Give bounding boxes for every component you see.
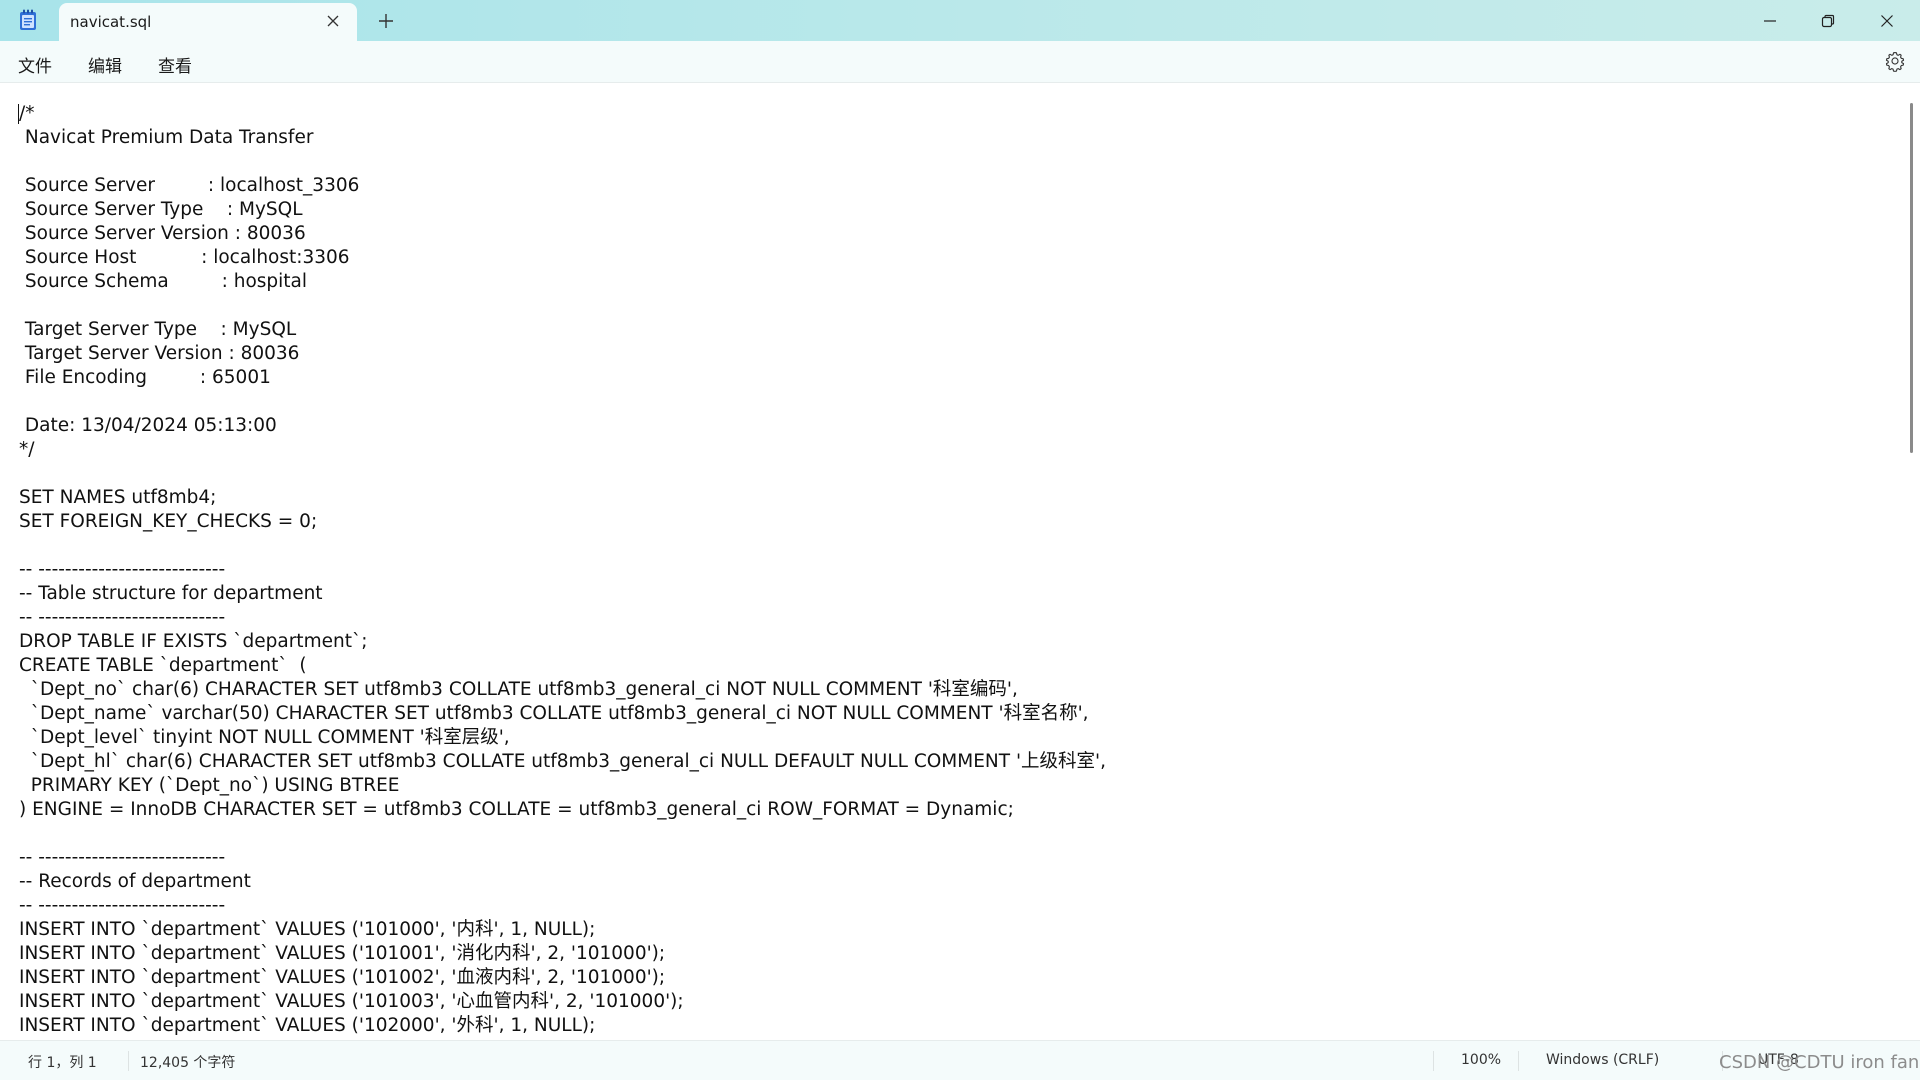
editor-line: `Dept_no` char(6) CHARACTER SET utf8mb3 … [19, 679, 1018, 700]
menu-bar: 文件 编辑 查看 [0, 41, 1920, 83]
editor-line [19, 150, 1106, 174]
editor-line: INSERT INTO `department` VALUES ('102000… [19, 1015, 596, 1036]
menu-edit[interactable]: 编辑 [86, 50, 124, 79]
tab-title: navicat.sql [70, 13, 152, 31]
editor-line: Source Server Type : MySQL [19, 199, 303, 220]
close-window-button[interactable] [1858, 0, 1916, 41]
editor-lines: /* Navicat Premium Data Transfer Source … [19, 102, 1106, 1038]
editor-line: `Dept_name` varchar(50) CHARACTER SET ut… [19, 703, 1089, 724]
scrollbar-thumb[interactable] [1910, 103, 1913, 453]
editor-line: CREATE TABLE `department` ( [19, 655, 307, 676]
notepad-window: navicat.sql 文件 编辑 查看 /* Navicat Premium … [0, 0, 1920, 1080]
editor-line: -- ---------------------------- [19, 847, 226, 868]
menu-view[interactable]: 查看 [156, 50, 194, 79]
editor-line: Source Server Version : 80036 [19, 223, 306, 244]
editor-line: Target Server Version : 80036 [19, 343, 300, 364]
vertical-scrollbar[interactable] [1904, 83, 1920, 1040]
character-count: 12,405 个字符 [140, 1055, 236, 1071]
status-divider [1518, 1051, 1519, 1071]
editor-line: DROP TABLE IF EXISTS `department`; [19, 631, 368, 652]
editor-line [19, 534, 1106, 558]
editor-line: INSERT INTO `department` VALUES ('101003… [19, 991, 684, 1012]
editor-line: Source Schema : hospital [19, 271, 308, 292]
editor-line: Date: 13/04/2024 05:13:00 [19, 415, 277, 436]
editor-line: /* [19, 103, 35, 124]
editor-line: File Encoding : 65001 [19, 367, 271, 388]
close-icon[interactable] [325, 13, 341, 29]
editor-line [19, 462, 1106, 486]
watermark: CSDN @CDTU iron fan [1719, 1052, 1920, 1073]
editor-line: Source Host : localhost:3306 [19, 247, 350, 268]
notepad-icon [20, 9, 36, 30]
text-editor[interactable]: /* Navicat Premium Data Transfer Source … [0, 83, 1904, 1040]
minimize-button[interactable] [1741, 0, 1799, 41]
status-bar: 行 1，列 1 12,405 个字符 100% Windows (CRLF) U… [0, 1040, 1920, 1080]
editor-line: INSERT INTO `department` VALUES ('101000… [19, 919, 596, 940]
editor-line: -- Records of department [19, 871, 251, 892]
editor-line: INSERT INTO `department` VALUES ('101001… [19, 943, 666, 964]
restore-icon [1821, 14, 1835, 27]
editor-line: Navicat Premium Data Transfer [19, 127, 314, 148]
editor-line: ) ENGINE = InnoDB CHARACTER SET = utf8mb… [19, 799, 1014, 820]
editor-line: Source Server : localhost_3306 [19, 175, 360, 196]
gear-icon[interactable] [1884, 50, 1906, 72]
status-divider [1433, 1051, 1434, 1071]
editor-line [19, 822, 1106, 846]
editor-line [19, 390, 1106, 414]
status-divider [128, 1051, 129, 1071]
editor-line [19, 294, 1106, 318]
editor-line: SET NAMES utf8mb4; [19, 487, 217, 508]
editor-line: -- Table structure for department [19, 583, 323, 604]
editor-line: Target Server Type : MySQL [19, 319, 297, 340]
editor-line: INSERT INTO `department` VALUES ('101002… [19, 967, 666, 988]
editor-line: */ [19, 439, 35, 460]
editor-line: `Dept_hl` char(6) CHARACTER SET utf8mb3 … [19, 751, 1106, 772]
editor-line: `Dept_level` tinyint NOT NULL COMMENT '科… [19, 727, 510, 748]
tab-navicat-sql[interactable]: navicat.sql [59, 3, 357, 41]
line-ending[interactable]: Windows (CRLF) [1546, 1052, 1659, 1068]
editor-line: -- ---------------------------- [19, 895, 226, 916]
editor-line: -- ---------------------------- [19, 607, 226, 628]
cursor-position: 行 1，列 1 [28, 1055, 97, 1071]
title-bar[interactable]: navicat.sql [0, 0, 1920, 41]
editor-line: PRIMARY KEY (`Dept_no`) USING BTREE [19, 775, 400, 796]
restore-button[interactable] [1799, 0, 1857, 41]
editor-line: SET FOREIGN_KEY_CHECKS = 0; [19, 511, 318, 532]
menu-file[interactable]: 文件 [16, 50, 54, 79]
zoom-level[interactable]: 100% [1461, 1052, 1501, 1068]
minimize-icon [1764, 19, 1776, 22]
close-icon [1881, 14, 1893, 27]
editor-line: -- ---------------------------- [19, 559, 226, 580]
plus-icon[interactable] [377, 12, 395, 30]
